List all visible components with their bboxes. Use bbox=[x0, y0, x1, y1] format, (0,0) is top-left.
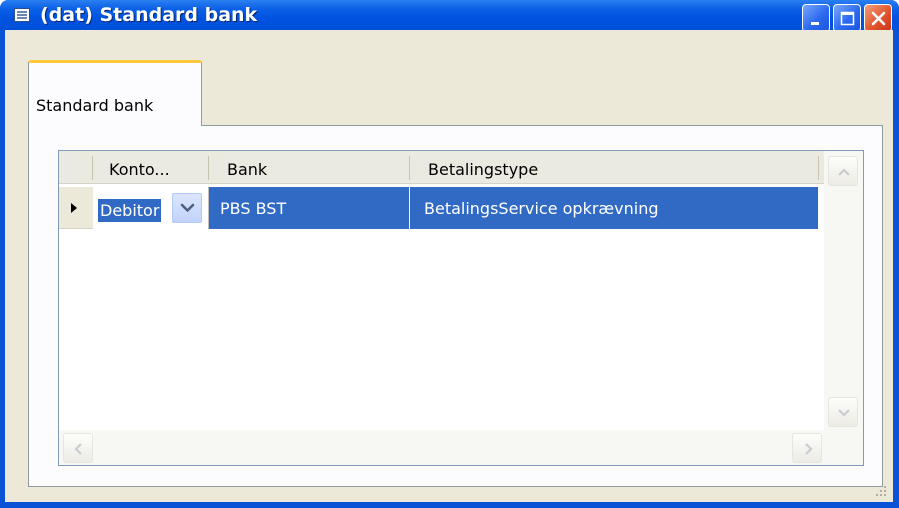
scroll-up-icon bbox=[838, 168, 850, 176]
tab-standard-bank[interactable] bbox=[28, 60, 202, 126]
maximize-button[interactable] bbox=[833, 4, 861, 32]
close-button[interactable] bbox=[864, 4, 892, 32]
header-divider[interactable] bbox=[409, 156, 410, 180]
title-bar[interactable]: (dat) Standard bank bbox=[0, 0, 899, 32]
scroll-left-button[interactable] bbox=[63, 433, 93, 463]
scroll-right-button[interactable] bbox=[792, 433, 822, 463]
header-divider[interactable] bbox=[818, 156, 819, 180]
chevron-down-icon bbox=[180, 203, 195, 212]
header-divider[interactable] bbox=[208, 156, 209, 180]
form-icon[interactable] bbox=[14, 8, 30, 22]
tab-label: Standard bank bbox=[36, 96, 154, 115]
window-title: (dat) Standard bank bbox=[40, 4, 258, 26]
maximize-icon bbox=[840, 11, 855, 26]
column-header-betalingstype[interactable]: Betalingstype bbox=[428, 160, 538, 179]
row-selector[interactable] bbox=[59, 187, 93, 229]
column-header-bank[interactable]: Bank bbox=[227, 160, 267, 179]
scroll-down-icon bbox=[838, 409, 850, 417]
scroll-down-button[interactable] bbox=[828, 397, 858, 427]
scroll-right-icon bbox=[805, 443, 813, 455]
minimize-icon bbox=[811, 22, 819, 25]
konto-value[interactable]: Debitor bbox=[98, 199, 162, 222]
minimize-button[interactable] bbox=[802, 4, 830, 32]
scroll-left-icon bbox=[74, 443, 82, 455]
header-divider bbox=[92, 156, 93, 180]
vertical-scrollbar[interactable] bbox=[824, 151, 863, 431]
resize-grip-icon[interactable] bbox=[871, 483, 889, 501]
konto-dropdown-button[interactable] bbox=[172, 193, 202, 223]
horizontal-scrollbar[interactable] bbox=[59, 430, 863, 465]
close-icon bbox=[871, 11, 886, 26]
betalingstype-value: BetalingsService opkrævning bbox=[424, 199, 659, 218]
column-header-konto[interactable]: Konto... bbox=[109, 160, 170, 179]
window-bottom-border bbox=[0, 502, 899, 508]
scroll-up-button[interactable] bbox=[828, 156, 858, 186]
row-pointer-icon bbox=[71, 203, 77, 213]
bank-value: PBS BST bbox=[220, 199, 287, 218]
